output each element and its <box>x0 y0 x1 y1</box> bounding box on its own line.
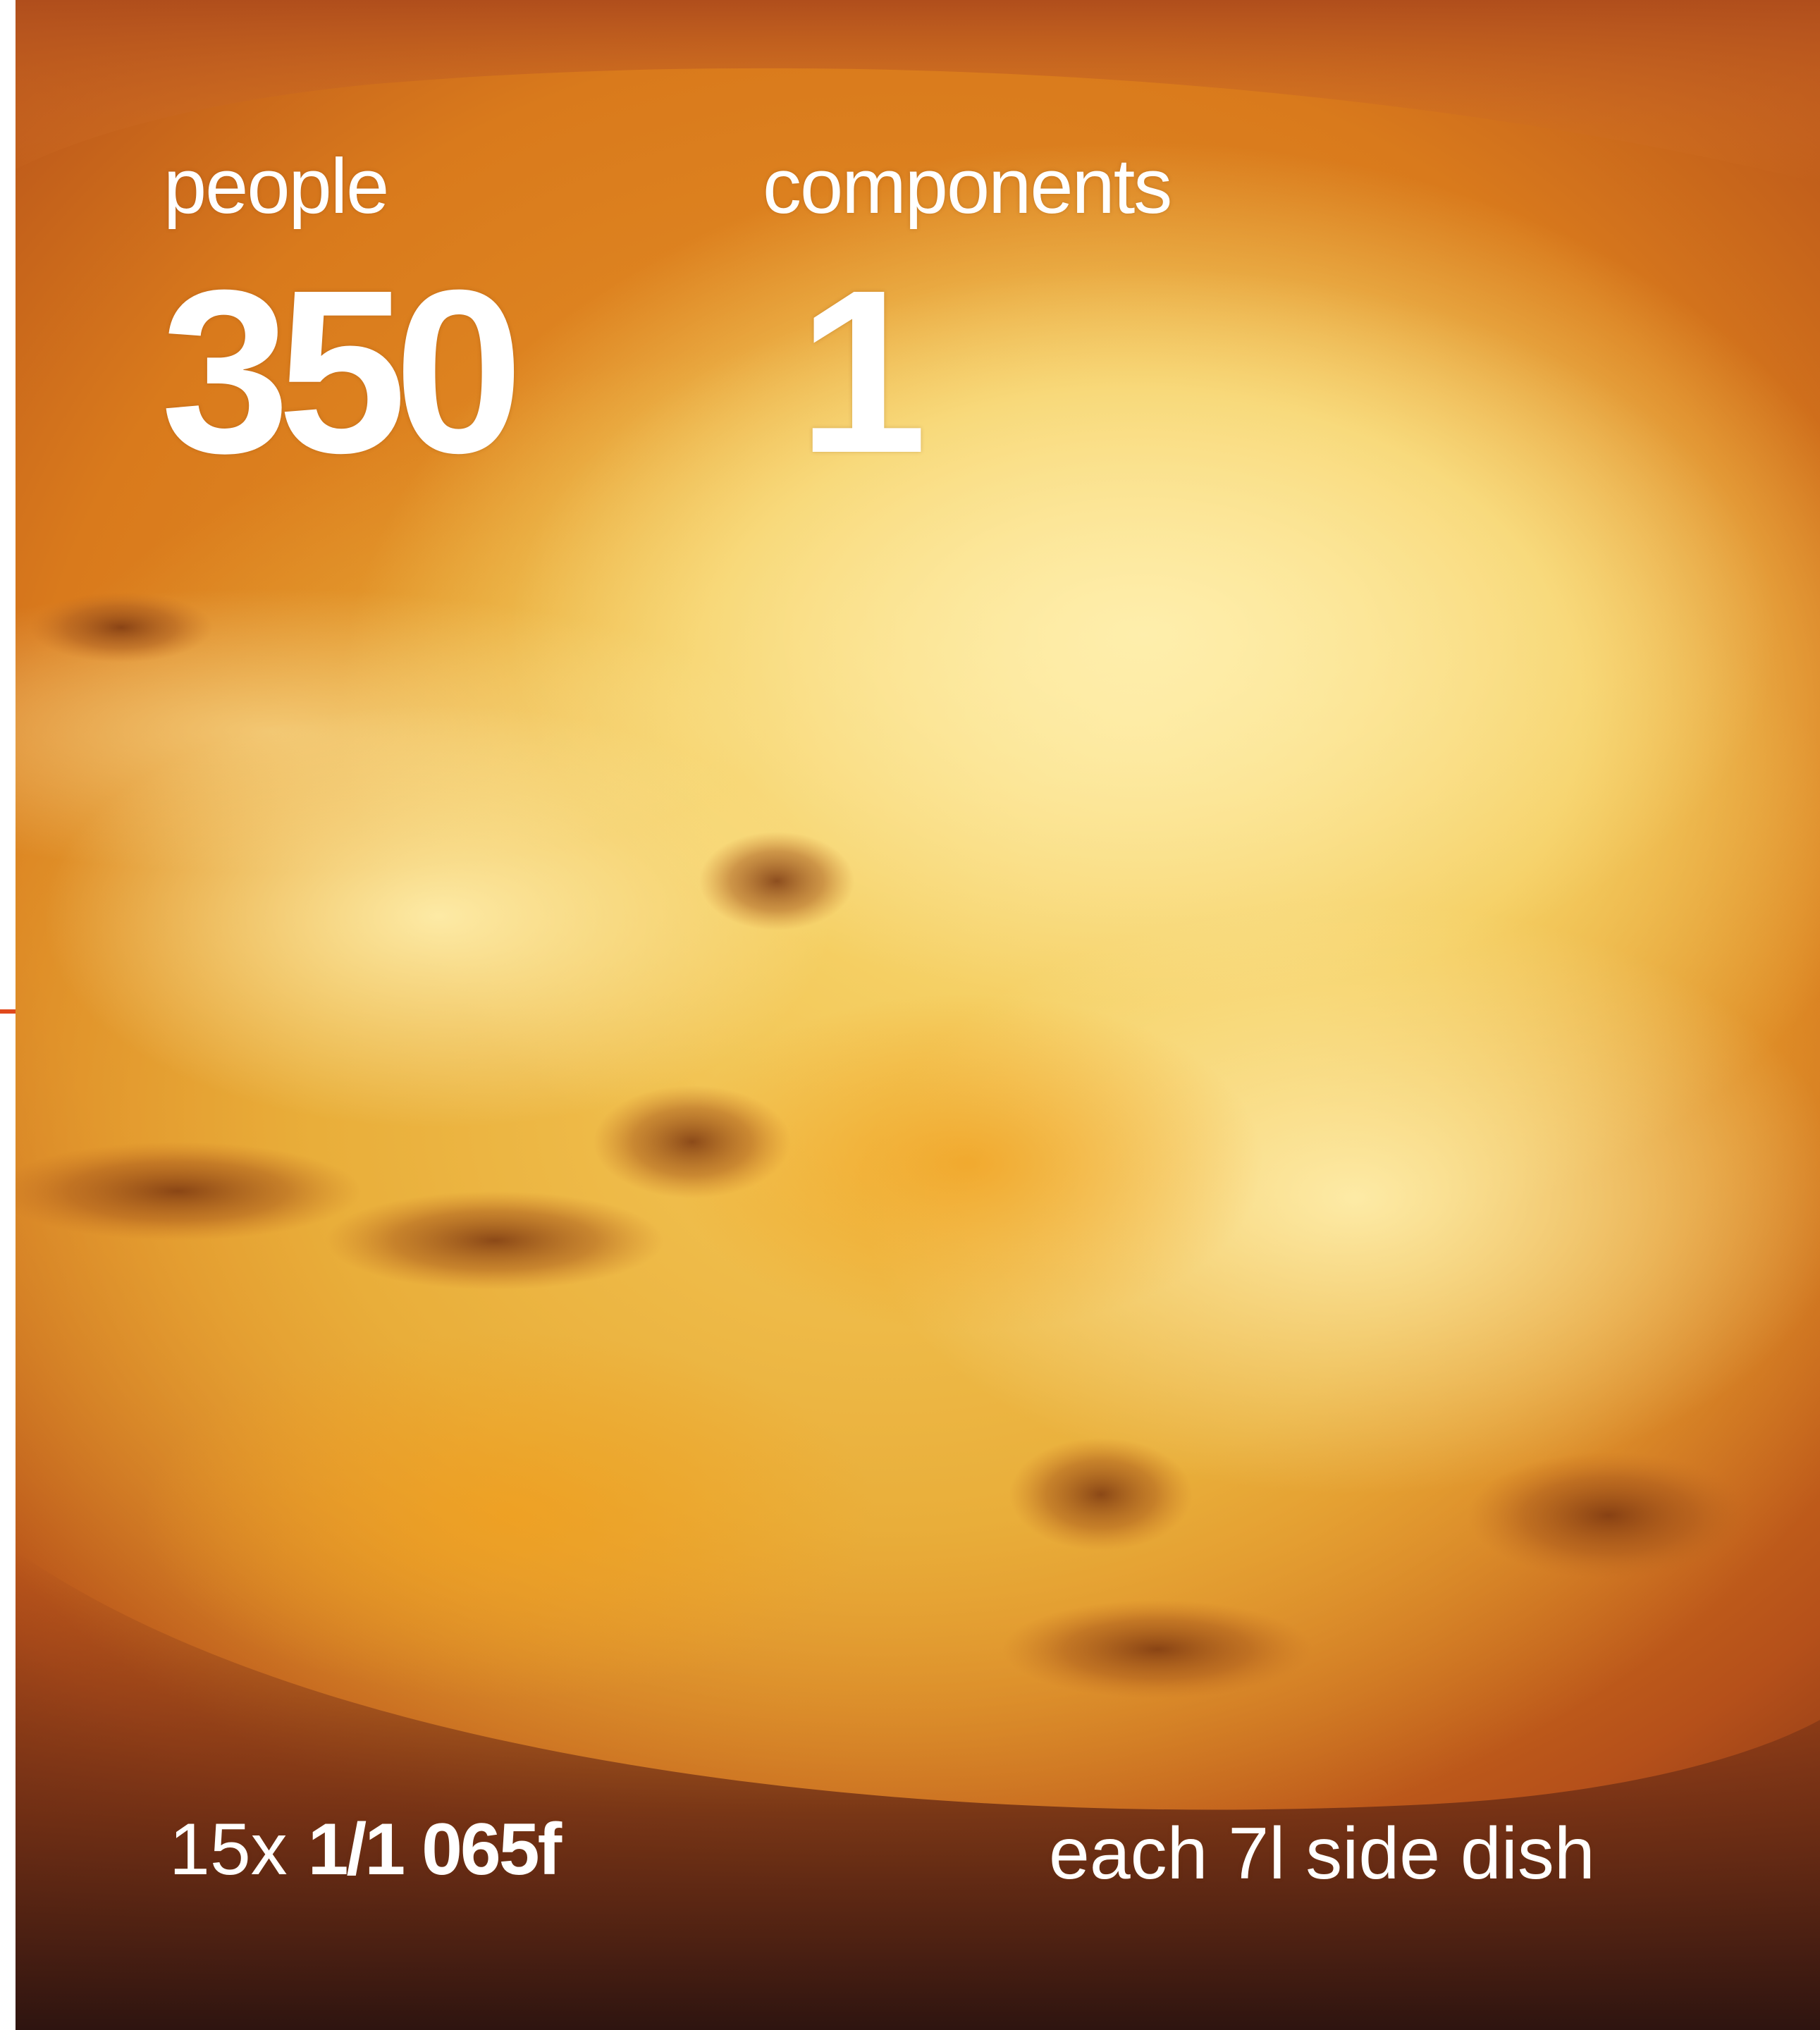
golden-pocket-2 <box>142 1332 875 1699</box>
container-size: 1/1 065f <box>307 1809 562 1890</box>
people-label: people <box>164 143 389 230</box>
cheese-highlight-left <box>44 705 833 1128</box>
browned-spot <box>30 592 213 663</box>
browned-spot <box>16 1142 361 1241</box>
container-spec: 15x 1/1 065f <box>169 1813 562 1886</box>
dish-description: each 7l side dish <box>1049 1813 1595 1895</box>
browned-spot <box>1002 1600 1312 1699</box>
container-quantity: 15x <box>169 1809 288 1890</box>
browned-spot <box>594 1085 791 1198</box>
people-count: 350 <box>161 241 524 501</box>
browned-spot <box>1009 1438 1193 1551</box>
browned-spot <box>326 1191 664 1290</box>
browned-spot <box>699 832 854 930</box>
components-count: 1 <box>798 241 928 501</box>
orange-tick-mark <box>0 1009 17 1014</box>
page: people components 350 1 15x 1/1 065f eac… <box>0 0 1820 2030</box>
components-label: components <box>763 143 1172 230</box>
browned-spot <box>1468 1452 1750 1579</box>
